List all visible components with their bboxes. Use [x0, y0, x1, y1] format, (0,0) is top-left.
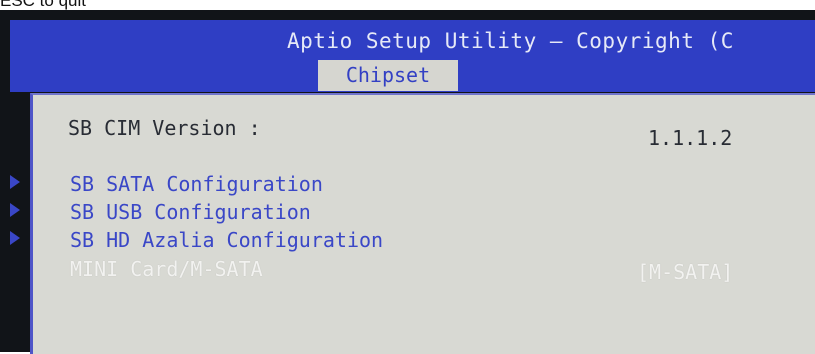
tab-chipset[interactable]: Chipset [318, 60, 458, 91]
mini-card-msata-value[interactable]: [M-SATA] [637, 260, 733, 284]
menu-item-sb-hd-azalia-configuration[interactable]: SB HD Azalia Configuration [70, 228, 383, 252]
sb-cim-version-value: 1.1.1.2 [648, 126, 733, 150]
mini-card-msata-label[interactable]: MINI Card/M-SATA [70, 257, 263, 281]
menu-item-sb-sata-configuration[interactable]: SB SATA Configuration [70, 172, 323, 196]
submenu-arrow-icon [10, 203, 20, 217]
sb-cim-version-label: SB CIM Version : [68, 116, 261, 140]
submenu-arrow-icon [10, 175, 20, 189]
menu-item-sb-usb-configuration[interactable]: SB USB Configuration [70, 200, 311, 224]
app-title: Aptio Setup Utility – Copyright (C [287, 29, 734, 53]
submenu-arrow-icon [10, 231, 20, 245]
